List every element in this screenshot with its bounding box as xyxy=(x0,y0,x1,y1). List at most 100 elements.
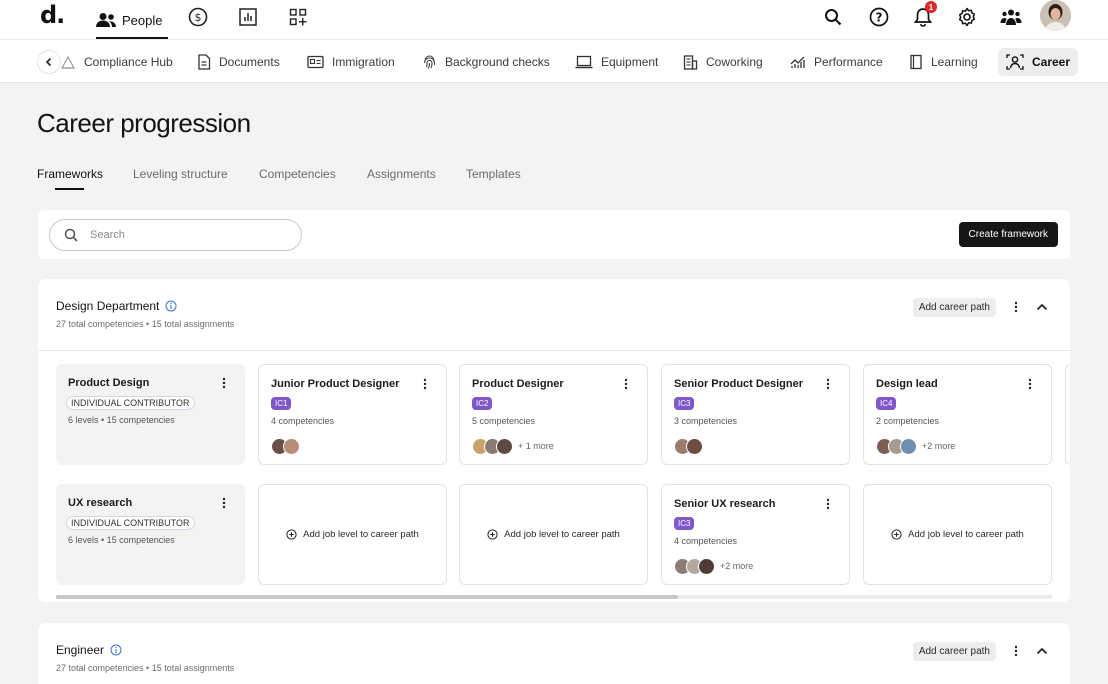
card-title: Product Designer xyxy=(472,378,564,390)
department-name: Design Department xyxy=(56,299,160,313)
team-icon[interactable] xyxy=(998,4,1024,30)
card-title: UX research xyxy=(68,497,133,509)
job-level-card[interactable]: Junior Product Designer IC1 4 competenci… xyxy=(258,364,447,465)
avatar xyxy=(496,437,513,455)
path-type-badge: INDIVIDUAL CONTRIBUTOR xyxy=(66,516,195,530)
more-options-icon[interactable] xyxy=(825,497,831,511)
subnav-coworking[interactable]: Coworking xyxy=(683,48,763,76)
nav-back-button[interactable] xyxy=(38,51,60,73)
add-job-level-label: Add job level to career path xyxy=(504,529,620,540)
more-assignees[interactable]: +2 more xyxy=(922,441,955,451)
subnav-immigration[interactable]: Immigration xyxy=(307,48,395,76)
laptop-icon xyxy=(575,55,593,69)
create-framework-button[interactable]: Create framework xyxy=(958,222,1058,247)
apps-icon[interactable] xyxy=(285,4,311,30)
more-options-icon[interactable] xyxy=(221,376,227,390)
info-icon[interactable] xyxy=(165,300,177,312)
card-title: Design lead xyxy=(876,378,938,390)
subnav-equipment[interactable]: Equipment xyxy=(575,48,658,76)
subnav-documents[interactable]: Documents xyxy=(197,48,280,76)
card-title: Product Design xyxy=(68,377,150,389)
avatar xyxy=(900,437,917,455)
info-icon[interactable] xyxy=(110,644,122,656)
card-title: Senior UX research xyxy=(674,498,776,510)
department-meta: 27 total competencies • 15 total assignm… xyxy=(56,663,235,673)
subnav-performance[interactable]: Performance xyxy=(790,48,883,76)
nav-people[interactable]: People xyxy=(96,5,170,39)
tab-competencies[interactable]: Competencies xyxy=(259,167,336,181)
app-logo[interactable]: d. xyxy=(40,1,65,29)
search-icon[interactable] xyxy=(820,4,846,30)
more-options-icon[interactable] xyxy=(1012,299,1020,315)
assignee-avatars xyxy=(674,436,703,456)
chevron-up-icon[interactable] xyxy=(1034,299,1050,315)
card-meta: 6 levels • 15 competencies xyxy=(68,535,175,545)
book-icon xyxy=(910,54,922,70)
subnav-compliance-hub[interactable]: Compliance Hub xyxy=(60,48,173,76)
module-nav: Compliance Hub Documents Immigration Bac… xyxy=(0,39,1108,83)
chevron-up-icon[interactable] xyxy=(1034,643,1050,659)
department-name: Engineer xyxy=(56,643,105,657)
job-level-card[interactable]: Product Designer IC2 5 competencies + 1 … xyxy=(459,364,648,465)
tab-leveling-structure[interactable]: Leveling structure xyxy=(133,167,228,181)
reports-icon[interactable] xyxy=(235,4,261,30)
tab-frameworks[interactable]: Frameworks xyxy=(37,167,103,181)
job-level-card[interactable]: Design lead IC4 2 competencies +2 more xyxy=(863,364,1052,465)
subnav-label: Compliance Hub xyxy=(84,55,173,69)
horizontal-scrollbar[interactable] xyxy=(56,595,1052,599)
avatar xyxy=(698,557,715,575)
svg-text:$: $ xyxy=(195,11,202,24)
more-assignees[interactable]: + 1 more xyxy=(518,441,554,451)
more-options-icon[interactable] xyxy=(1027,377,1033,391)
user-avatar[interactable] xyxy=(1040,0,1071,31)
competency-count: 3 competencies xyxy=(674,416,738,426)
help-icon[interactable]: ? xyxy=(866,4,892,30)
more-assignees[interactable]: +2 more xyxy=(720,561,753,571)
subnav-learning[interactable]: Learning xyxy=(909,48,978,76)
notifications-icon[interactable]: 1 xyxy=(910,1,937,30)
add-job-level-card[interactable]: Add job level to career path xyxy=(459,484,648,585)
more-options-icon[interactable] xyxy=(825,377,831,391)
subnav-career[interactable]: Career xyxy=(998,48,1079,76)
competency-count: 4 competencies xyxy=(271,416,335,426)
add-job-level-label: Add job level to career path xyxy=(908,529,1024,540)
id-card-icon xyxy=(307,55,324,69)
level-badge: IC2 xyxy=(472,397,493,410)
level-badge: IC4 xyxy=(876,397,897,410)
more-options-icon[interactable] xyxy=(221,496,227,510)
assignee-avatars: +2 more xyxy=(876,436,955,456)
scrollbar-thumb[interactable] xyxy=(56,595,678,599)
search-toolbar: Create framework xyxy=(38,210,1070,259)
more-options-icon[interactable] xyxy=(1012,643,1020,659)
search-field[interactable] xyxy=(49,219,302,251)
add-circle-icon xyxy=(286,529,297,540)
tab-templates[interactable]: Templates xyxy=(466,167,521,181)
department-meta: 27 total competencies • 15 total assignm… xyxy=(56,319,235,329)
add-career-path-button[interactable]: Add career path xyxy=(912,298,996,317)
settings-icon[interactable] xyxy=(954,4,980,30)
job-level-card[interactable]: Senior UX research IC3 4 competencies +2… xyxy=(661,484,850,585)
notification-badge: 1 xyxy=(925,1,937,13)
add-career-path-button[interactable]: Add career path xyxy=(912,642,996,661)
subnav-background-checks[interactable]: Background checks xyxy=(422,48,550,76)
top-bar: d. People $ ? 1 xyxy=(0,0,1108,39)
svg-text:?: ? xyxy=(876,10,883,24)
career-path-card[interactable]: Product Design INDIVIDUAL CONTRIBUTOR 6 … xyxy=(56,364,245,465)
add-job-level-card[interactable]: Add job level to career path xyxy=(863,484,1052,585)
tab-assignments[interactable]: Assignments xyxy=(367,167,436,181)
career-path-card[interactable]: UX research INDIVIDUAL CONTRIBUTOR 6 lev… xyxy=(56,484,245,585)
search-input[interactable] xyxy=(90,229,260,241)
department-panel-design: Design Department 27 total competencies … xyxy=(38,279,1070,602)
more-options-icon[interactable] xyxy=(422,377,428,391)
page-title: Career progression xyxy=(37,108,251,138)
add-job-level-card[interactable]: Add job level to career path xyxy=(258,484,447,585)
subnav-label: Performance xyxy=(814,55,883,69)
more-options-icon[interactable] xyxy=(623,377,629,391)
nav-people-label: People xyxy=(122,12,163,28)
level-badge: IC1 xyxy=(271,397,292,410)
add-job-level-label: Add job level to career path xyxy=(303,529,419,540)
job-level-card[interactable]: Senior Product Designer IC3 3 competenci… xyxy=(661,364,850,465)
subnav-label: Equipment xyxy=(601,55,659,69)
payroll-icon[interactable]: $ xyxy=(185,4,211,30)
divider xyxy=(38,350,1070,351)
